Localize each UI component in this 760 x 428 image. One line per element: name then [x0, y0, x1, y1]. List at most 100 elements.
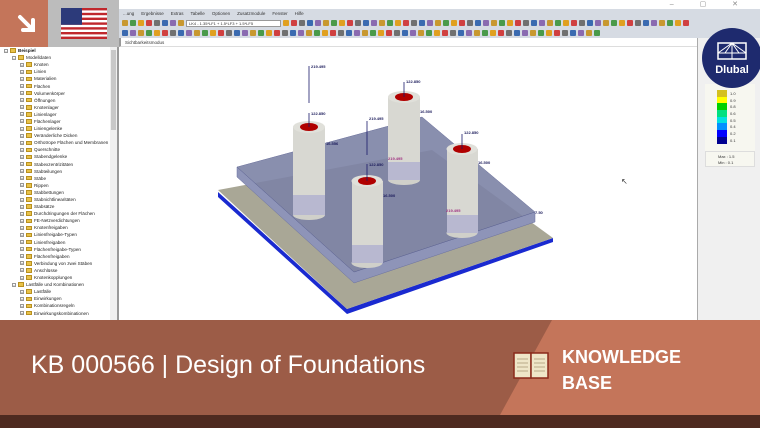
- tree-item[interactable]: + Einwirkungen: [0, 295, 117, 302]
- toolbar-button-icon[interactable]: [435, 20, 441, 26]
- expand-toggle-icon[interactable]: +: [20, 91, 24, 96]
- expand-toggle-icon[interactable]: +: [20, 190, 24, 195]
- toolbar-button-icon[interactable]: [571, 20, 577, 26]
- toolbar-button-icon[interactable]: [394, 30, 400, 36]
- toolbar-button-icon[interactable]: [635, 20, 641, 26]
- tree-item[interactable]: + Volumenkörper: [0, 90, 117, 97]
- toolbar-button-icon[interactable]: [291, 20, 297, 26]
- toolbar-button-icon[interactable]: [411, 20, 417, 26]
- toolbar-button-icon[interactable]: [451, 20, 457, 26]
- tree-item[interactable]: + Knotenkopplungen: [0, 274, 117, 281]
- tree-item[interactable]: + Stabnichtlinearitäten: [0, 196, 117, 203]
- tree-item[interactable]: + Rippen: [0, 182, 117, 189]
- toolbar-button-icon[interactable]: [370, 30, 376, 36]
- toolbar-button-icon[interactable]: [419, 20, 425, 26]
- toolbar-button-icon[interactable]: [274, 30, 280, 36]
- toolbar-button-icon[interactable]: [170, 30, 176, 36]
- toolbar-button-icon[interactable]: [210, 30, 216, 36]
- toolbar-button-icon[interactable]: [282, 30, 288, 36]
- window-controls[interactable]: – ▢ ✕: [670, 0, 750, 8]
- toolbar-button-icon[interactable]: [538, 30, 544, 36]
- toolbar-button-icon[interactable]: [587, 20, 593, 26]
- toolbar-button-icon[interactable]: [458, 30, 464, 36]
- expand-toggle-icon[interactable]: +: [20, 126, 24, 131]
- expand-toggle-icon[interactable]: +: [20, 119, 24, 124]
- toolbar-button-icon[interactable]: [546, 30, 552, 36]
- toolbar-button-icon[interactable]: [138, 30, 144, 36]
- toolbar-button-icon[interactable]: [522, 30, 528, 36]
- expand-toggle-icon[interactable]: +: [20, 76, 24, 81]
- toolbar-button-icon[interactable]: [138, 20, 144, 26]
- toolbar-button-icon[interactable]: [194, 30, 200, 36]
- toolbar-button-icon[interactable]: [362, 30, 368, 36]
- menu-item[interactable]: Extras: [171, 11, 184, 16]
- expand-toggle-icon[interactable]: +: [20, 154, 24, 159]
- tree-item[interactable]: + Liniengelenke: [0, 125, 117, 132]
- toolbar-button-icon[interactable]: [234, 30, 240, 36]
- toolbar-button-icon[interactable]: [418, 30, 424, 36]
- tree-item[interactable]: + Stabexzentrizitäten: [0, 161, 117, 168]
- expand-toggle-icon[interactable]: +: [20, 261, 24, 266]
- toolbar-button-icon[interactable]: [283, 20, 289, 26]
- toolbar-button-icon[interactable]: [170, 20, 176, 26]
- tree-scrollbar-thumb[interactable]: [111, 50, 116, 130]
- toolbar-button-icon[interactable]: [258, 30, 264, 36]
- menu-item[interactable]: ...ung: [123, 11, 134, 16]
- toolbar-button-icon[interactable]: [178, 30, 184, 36]
- expand-toggle-icon[interactable]: +: [20, 289, 24, 294]
- toolbar-button-icon[interactable]: [266, 30, 272, 36]
- expand-toggle-icon[interactable]: −: [4, 48, 8, 53]
- toolbar-button-icon[interactable]: [586, 30, 592, 36]
- toolbar-button-icon[interactable]: [330, 30, 336, 36]
- toolbar-button-icon[interactable]: [459, 20, 465, 26]
- toolbar-button-icon[interactable]: [146, 20, 152, 26]
- toolbar-button-icon[interactable]: [323, 20, 329, 26]
- expand-toggle-icon[interactable]: +: [20, 311, 24, 316]
- tree-item[interactable]: + Kombinationsregeln: [0, 302, 117, 309]
- toolbar-button-icon[interactable]: [603, 20, 609, 26]
- toolbar-button-icon[interactable]: [314, 30, 320, 36]
- toolbar-button-icon[interactable]: [442, 30, 448, 36]
- toolbar-button-icon[interactable]: [675, 20, 681, 26]
- toolbar-button-icon[interactable]: [387, 20, 393, 26]
- tree-item[interactable]: + Flächenfreigabe-Typen: [0, 246, 117, 253]
- expand-toggle-icon[interactable]: +: [20, 62, 24, 67]
- toolbar-button-icon[interactable]: [474, 30, 480, 36]
- expand-toggle-icon[interactable]: +: [20, 69, 24, 74]
- toolbar-button-icon[interactable]: [570, 30, 576, 36]
- toolbar-button-icon[interactable]: [563, 20, 569, 26]
- tree-item[interactable]: + Linien: [0, 68, 117, 75]
- tree-item[interactable]: − Modelldaten: [0, 54, 117, 61]
- toolbar-button-icon[interactable]: [154, 20, 160, 26]
- expand-toggle-icon[interactable]: +: [20, 204, 24, 209]
- toolbar-button-icon[interactable]: [483, 20, 489, 26]
- toolbar-button-icon[interactable]: [578, 30, 584, 36]
- tree-item[interactable]: + Querschnitte: [0, 146, 117, 153]
- menu-item[interactable]: Optionen: [212, 11, 230, 16]
- toolbar-button-icon[interactable]: [659, 20, 665, 26]
- tree-item[interactable]: − Lastfälle und Kombinationen: [0, 281, 117, 288]
- toolbar-button-icon[interactable]: [562, 30, 568, 36]
- menu-item[interactable]: Tabelle: [191, 11, 205, 16]
- load-combination-select[interactable]: LK4 - 1.35*LF1 + 1.5*LF3 + 1.5*LF5: [186, 19, 281, 27]
- tree-item[interactable]: + Orthotrope Flächen und Membranen: [0, 139, 117, 146]
- toolbar-button-icon[interactable]: [395, 20, 401, 26]
- toolbar-button-icon[interactable]: [410, 30, 416, 36]
- toolbar-button-icon[interactable]: [490, 30, 496, 36]
- toolbar-button-icon[interactable]: [579, 20, 585, 26]
- toolbar-button-icon[interactable]: [467, 20, 473, 26]
- expand-toggle-icon[interactable]: −: [12, 55, 16, 60]
- tree-item[interactable]: + Stabendgelenke: [0, 153, 117, 160]
- tree-item[interactable]: + Öffnungen: [0, 97, 117, 104]
- expand-toggle-icon[interactable]: +: [20, 84, 24, 89]
- toolbar-button-icon[interactable]: [122, 30, 128, 36]
- model-viewport[interactable]: 219.495 122.850 122.850 122.850 122.850 …: [121, 47, 697, 320]
- expand-toggle-icon[interactable]: +: [20, 275, 24, 280]
- tree-item[interactable]: + Materialien: [0, 75, 117, 82]
- expand-toggle-icon[interactable]: +: [20, 140, 24, 145]
- toolbar-button-icon[interactable]: [466, 30, 472, 36]
- tree-item[interactable]: + Linienlager: [0, 111, 117, 118]
- tree-item[interactable]: + Knoten: [0, 61, 117, 68]
- toolbar-button-icon[interactable]: [154, 30, 160, 36]
- tree-item[interactable]: + Lastfälle: [0, 288, 117, 295]
